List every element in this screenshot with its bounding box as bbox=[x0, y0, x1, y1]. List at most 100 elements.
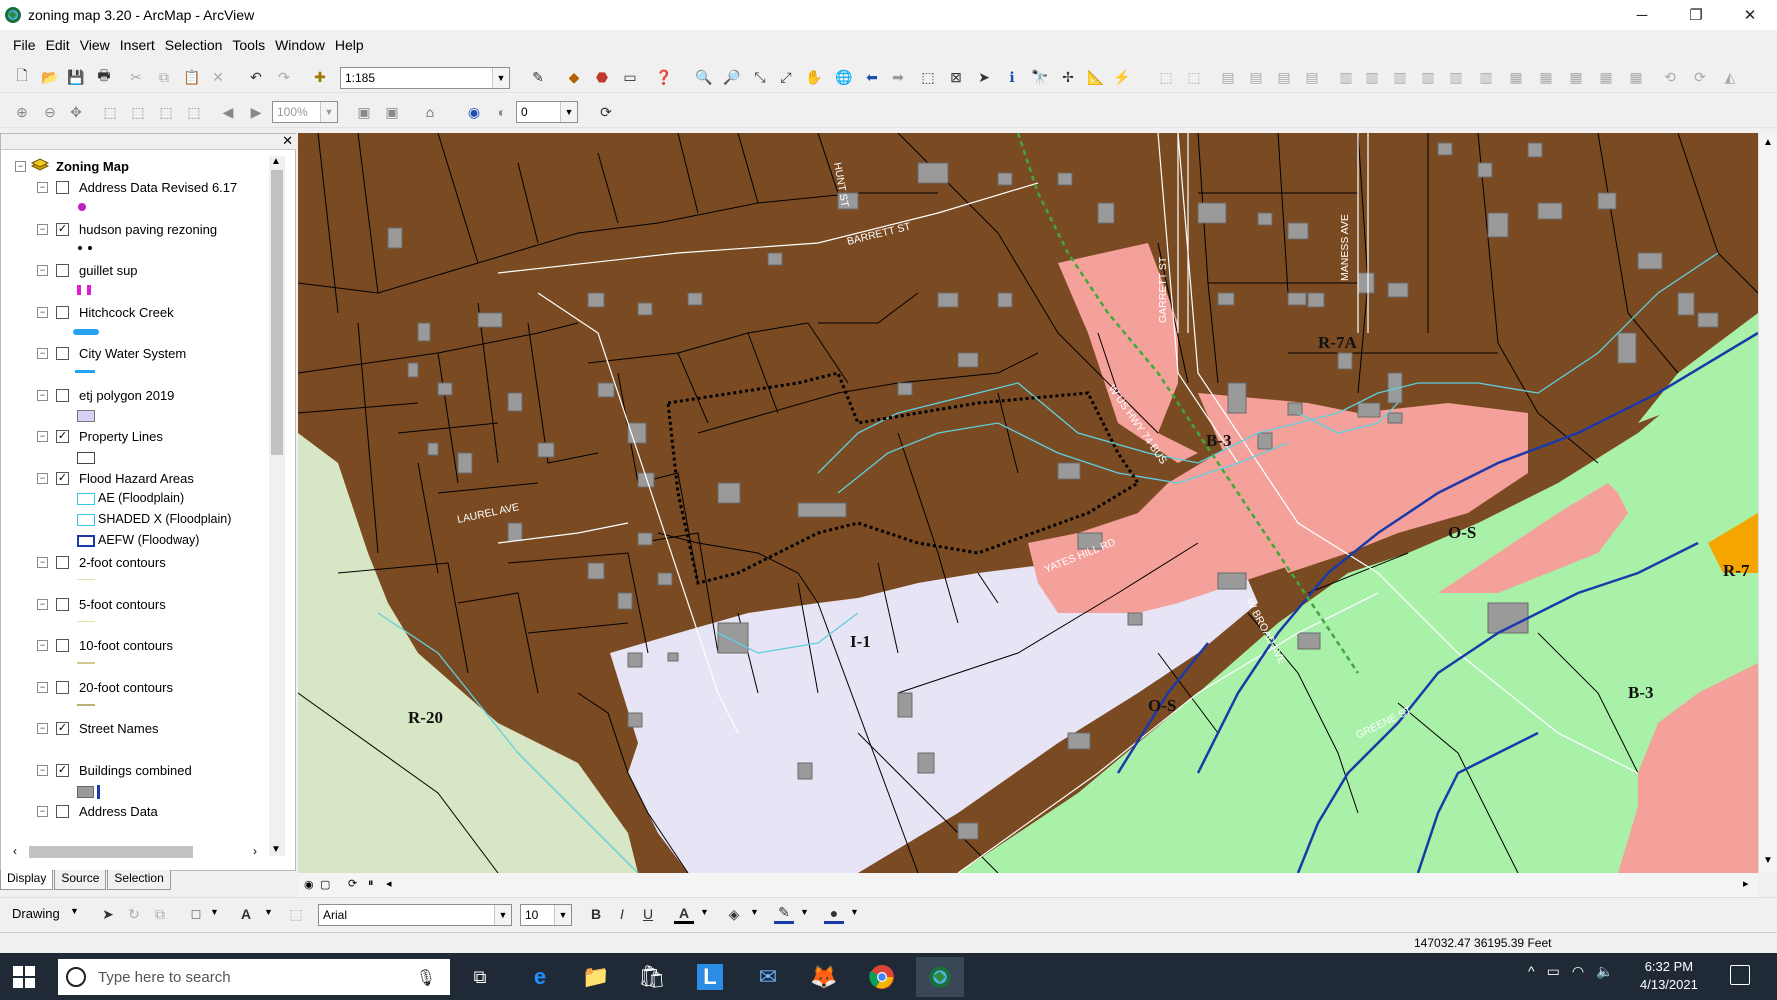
file-explorer-icon[interactable]: 📁 bbox=[572, 957, 620, 997]
chevron-down-icon[interactable]: ▼ bbox=[700, 907, 709, 917]
collapse-icon[interactable]: − bbox=[37, 390, 48, 401]
next-extent-icon[interactable]: ▶ bbox=[246, 102, 266, 122]
change-layout-icon[interactable]: ⌂ bbox=[420, 102, 440, 122]
layer-visibility-checkbox[interactable] bbox=[56, 681, 69, 694]
select-features-icon[interactable]: ⬚ bbox=[918, 67, 938, 87]
layer-item-street-names[interactable]: − ✓ Street Names bbox=[1, 718, 273, 740]
forward-extent-icon[interactable]: ➡ bbox=[888, 67, 908, 87]
layer-visibility-checkbox[interactable] bbox=[56, 264, 69, 277]
distribute-icon[interactable]: ▦ bbox=[1536, 67, 1556, 87]
zoom-whole-page-icon[interactable]: ⬚ bbox=[100, 102, 120, 122]
launcher-icon[interactable]: L bbox=[686, 957, 734, 997]
rotate-icon[interactable]: ↻ bbox=[124, 904, 144, 924]
line-color-icon[interactable]: ✎ bbox=[774, 904, 794, 924]
collapse-icon[interactable]: − bbox=[37, 599, 48, 610]
collapse-icon[interactable]: − bbox=[15, 161, 26, 172]
fill-color-icon[interactable]: ◈ bbox=[724, 904, 744, 924]
layer-item-2-foot-contours[interactable]: − 2-foot contours bbox=[1, 552, 273, 574]
toc-vertical-scrollbar[interactable]: ▲ ▼ bbox=[269, 156, 285, 856]
align-icon[interactable]: ▤ bbox=[1274, 67, 1294, 87]
tab-display[interactable]: Display bbox=[0, 870, 54, 890]
fixed-zoom-icon[interactable]: ⬚ bbox=[156, 102, 176, 122]
layout-view-icon[interactable]: ▢ bbox=[320, 878, 330, 891]
chevron-down-icon[interactable]: ▼ bbox=[560, 102, 577, 122]
close-icon[interactable]: ✕ bbox=[282, 133, 293, 149]
firefox-icon[interactable]: 🦊 bbox=[800, 957, 848, 997]
collapse-icon[interactable]: − bbox=[37, 640, 48, 651]
align-icon[interactable]: ▥ bbox=[1446, 67, 1466, 87]
align-icon[interactable]: ▤ bbox=[1302, 67, 1322, 87]
close-button[interactable]: ✕ bbox=[1723, 0, 1777, 30]
drawing-menu[interactable]: Drawing bbox=[12, 906, 60, 921]
layer-item-flood-hazard-areas[interactable]: − ✓ Flood Hazard Areas bbox=[1, 468, 273, 490]
layer-item-10-foot-contours[interactable]: − 10-foot contours bbox=[1, 635, 273, 657]
layer-item-hitchcock-creek[interactable]: − Hitchcock Creek bbox=[1, 302, 273, 324]
wifi-icon[interactable]: ◠ bbox=[1572, 963, 1584, 980]
refresh-icon[interactable]: ⟳ bbox=[348, 877, 357, 890]
layer-item-5-foot-contours[interactable]: − 5-foot contours bbox=[1, 594, 273, 616]
data-frame-item[interactable]: − Zoning Map bbox=[1, 156, 273, 178]
tab-source[interactable]: Source bbox=[54, 870, 107, 890]
show-hidden-icons-icon[interactable]: ^ bbox=[1528, 963, 1535, 980]
align-icon[interactable]: ▥ bbox=[1418, 67, 1438, 87]
select-elements-icon[interactable]: ➤ bbox=[974, 67, 994, 87]
layer-visibility-checkbox[interactable] bbox=[56, 639, 69, 652]
task-view-icon[interactable]: ⧉ bbox=[456, 957, 504, 997]
scroll-thumb[interactable] bbox=[29, 846, 193, 858]
distribute-icon[interactable]: ▦ bbox=[1566, 67, 1586, 87]
align-icon[interactable]: ▥ bbox=[1476, 67, 1496, 87]
menu-selection[interactable]: Selection bbox=[160, 37, 228, 53]
scroll-down-icon[interactable]: ▼ bbox=[1763, 855, 1773, 866]
distribute-icon[interactable]: ▦ bbox=[1626, 67, 1646, 87]
back-extent-icon[interactable]: ⬅ bbox=[862, 67, 882, 87]
align-icon[interactable]: ▥ bbox=[1390, 67, 1410, 87]
editor-icon[interactable]: ✎ bbox=[528, 67, 548, 87]
zoom-in-icon[interactable]: 🔍 bbox=[694, 67, 714, 87]
layer-visibility-checkbox[interactable]: ✓ bbox=[56, 223, 69, 236]
undo-icon[interactable]: ↶ bbox=[246, 67, 266, 87]
arcmap-taskbar-icon[interactable] bbox=[916, 957, 964, 997]
zoom-out-icon[interactable]: 🔎 bbox=[722, 67, 742, 87]
layer-item-address-data-revised[interactable]: − Address Data Revised 6.17 bbox=[1, 177, 273, 199]
text-tool-icon[interactable]: A bbox=[236, 904, 256, 924]
font-color-icon[interactable]: A bbox=[674, 904, 694, 924]
chevron-down-icon[interactable]: ▼ bbox=[492, 68, 509, 88]
identify-icon[interactable]: ℹ bbox=[1002, 67, 1022, 87]
battery-icon[interactable]: ▭ bbox=[1547, 963, 1560, 980]
menu-file[interactable]: File bbox=[8, 37, 41, 53]
minimize-button[interactable]: ─ bbox=[1615, 0, 1669, 30]
scroll-right-icon[interactable]: ▸ bbox=[1743, 877, 1749, 890]
full-extent-icon[interactable]: 🌐 bbox=[834, 67, 854, 87]
map-scale-combo[interactable]: 1:185 ▼ bbox=[340, 67, 510, 89]
find-icon[interactable]: 🔭 bbox=[1030, 67, 1050, 87]
rectangle-icon[interactable]: □ bbox=[186, 904, 206, 924]
hyperlink-icon[interactable]: ⚡ bbox=[1112, 67, 1132, 87]
copy-icon[interactable]: ⧉ bbox=[154, 67, 174, 87]
scroll-up-icon[interactable]: ▲ bbox=[271, 156, 281, 167]
chrome-icon[interactable] bbox=[858, 957, 906, 997]
redo-icon[interactable]: ↷ bbox=[274, 67, 294, 87]
distribute-icon[interactable]: ▦ bbox=[1596, 67, 1616, 87]
restore-button[interactable]: ❐ bbox=[1669, 0, 1723, 30]
chevron-down-icon[interactable]: ▼ bbox=[70, 906, 79, 916]
rotate-data-frame-icon[interactable]: ◐ bbox=[492, 102, 512, 122]
chevron-down-icon[interactable]: ▼ bbox=[494, 905, 511, 925]
font-size-combo[interactable]: 10 ▼ bbox=[520, 904, 572, 926]
whats-this-icon[interactable]: ❓ bbox=[654, 67, 674, 87]
layout-pan-icon[interactable]: ✥ bbox=[66, 102, 86, 122]
edit-vertices-icon[interactable]: ⬚ bbox=[286, 904, 306, 924]
map-view[interactable]: R-7A B-3 O-S R-7 I-1 R-20 O-S B-3 BARRET… bbox=[298, 133, 1758, 873]
flip-icon[interactable]: ◭ bbox=[1720, 67, 1740, 87]
print-icon[interactable]: 🖶 bbox=[94, 67, 114, 87]
layer-item-city-water-system[interactable]: − City Water System bbox=[1, 343, 273, 365]
italic-icon[interactable]: I bbox=[612, 904, 632, 924]
chevron-down-icon[interactable]: ▼ bbox=[210, 907, 219, 917]
taskbar-search-box[interactable]: Type here to search 🎙 bbox=[58, 959, 450, 995]
collapse-icon[interactable]: − bbox=[37, 182, 48, 193]
delete-icon[interactable]: ✕ bbox=[208, 67, 228, 87]
marker-color-icon[interactable]: ● bbox=[824, 904, 844, 924]
collapse-icon[interactable]: − bbox=[37, 682, 48, 693]
save-icon[interactable]: 💾 bbox=[66, 67, 86, 87]
chevron-down-icon[interactable]: ▼ bbox=[800, 907, 809, 917]
scroll-thumb[interactable] bbox=[271, 170, 283, 455]
